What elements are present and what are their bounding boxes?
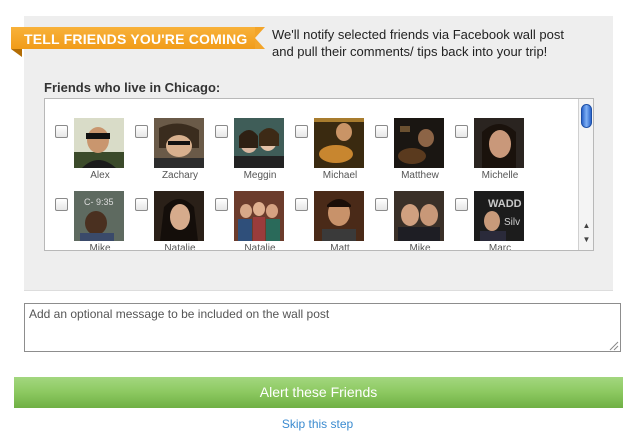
scroll-up-arrow-icon[interactable]: ▲ bbox=[582, 221, 591, 231]
alert-friends-button[interactable]: Alert these Friends bbox=[14, 377, 623, 408]
friend-photo bbox=[474, 118, 524, 168]
friend-item: Zachary bbox=[125, 118, 205, 190]
friend-photo bbox=[154, 118, 204, 168]
friend-photo bbox=[394, 118, 444, 168]
wall-post-message-input[interactable] bbox=[24, 303, 621, 352]
scrollbar-thumb[interactable] bbox=[581, 104, 592, 128]
friend-item: WADD Silv Marc bbox=[445, 191, 525, 250]
friends-list[interactable]: Alex Zachary Meggin Michael Matthew Mich… bbox=[44, 98, 594, 251]
friends-section-title: Friends who live in Chicago: bbox=[44, 80, 221, 95]
friend-photo bbox=[394, 191, 444, 241]
friend-checkbox[interactable] bbox=[455, 198, 468, 211]
friend-item: Meggin bbox=[205, 118, 285, 190]
friend-item: Matthew bbox=[365, 118, 445, 190]
tell-friends-ribbon: TELL FRIENDS YOU'RE COMING bbox=[11, 27, 271, 57]
friends-scrollbar[interactable]: ▲ ▼ bbox=[578, 99, 593, 250]
friend-item: Matt bbox=[285, 191, 365, 250]
section-divider bbox=[24, 290, 613, 291]
friend-checkbox[interactable] bbox=[375, 125, 388, 138]
svg-text:WADD: WADD bbox=[488, 198, 522, 210]
svg-text:C- 9:35: C- 9:35 bbox=[84, 197, 114, 207]
friend-name: Marc bbox=[488, 243, 512, 251]
friend-item: Mike bbox=[365, 191, 445, 250]
friend-photo bbox=[154, 191, 204, 241]
skip-step-link[interactable]: Skip this step bbox=[0, 417, 635, 431]
friend-photo bbox=[74, 118, 124, 168]
intro-text: We'll notify selected friends via Facebo… bbox=[272, 26, 572, 60]
friend-checkbox[interactable] bbox=[135, 125, 148, 138]
friend-photo bbox=[234, 118, 284, 168]
friend-photo bbox=[234, 191, 284, 241]
intro-line-1: We'll notify selected friends via Facebo… bbox=[272, 27, 564, 42]
friend-photo bbox=[314, 191, 364, 241]
friend-checkbox[interactable] bbox=[215, 125, 228, 138]
scroll-down-arrow-icon[interactable]: ▼ bbox=[582, 235, 591, 245]
friend-checkbox[interactable] bbox=[135, 198, 148, 211]
ribbon-label: TELL FRIENDS YOU'RE COMING bbox=[24, 31, 248, 47]
svg-text:Silv: Silv bbox=[504, 217, 520, 228]
friend-checkbox[interactable] bbox=[295, 125, 308, 138]
friend-item: Michael bbox=[285, 118, 365, 190]
friend-checkbox[interactable] bbox=[215, 198, 228, 211]
friend-photo bbox=[314, 118, 364, 168]
friend-checkbox[interactable] bbox=[375, 198, 388, 211]
friend-checkbox[interactable] bbox=[55, 198, 68, 211]
resize-grip-icon[interactable] bbox=[609, 341, 619, 351]
friend-item: Michelle bbox=[445, 118, 525, 190]
friend-checkbox[interactable] bbox=[455, 125, 468, 138]
friend-photo: WADD Silv bbox=[474, 191, 524, 241]
intro-line-2: and pull their comments/ tips back into … bbox=[272, 44, 548, 59]
friend-item: Natalie bbox=[125, 191, 205, 250]
friend-item: C- 9:35 Mike bbox=[45, 191, 125, 250]
friend-photo: C- 9:35 bbox=[74, 191, 124, 241]
friend-name: Michelle bbox=[481, 170, 519, 181]
friend-checkbox[interactable] bbox=[55, 125, 68, 138]
friend-checkbox[interactable] bbox=[295, 198, 308, 211]
friend-item: Alex bbox=[45, 118, 125, 190]
friend-item: Natalie bbox=[205, 191, 285, 250]
